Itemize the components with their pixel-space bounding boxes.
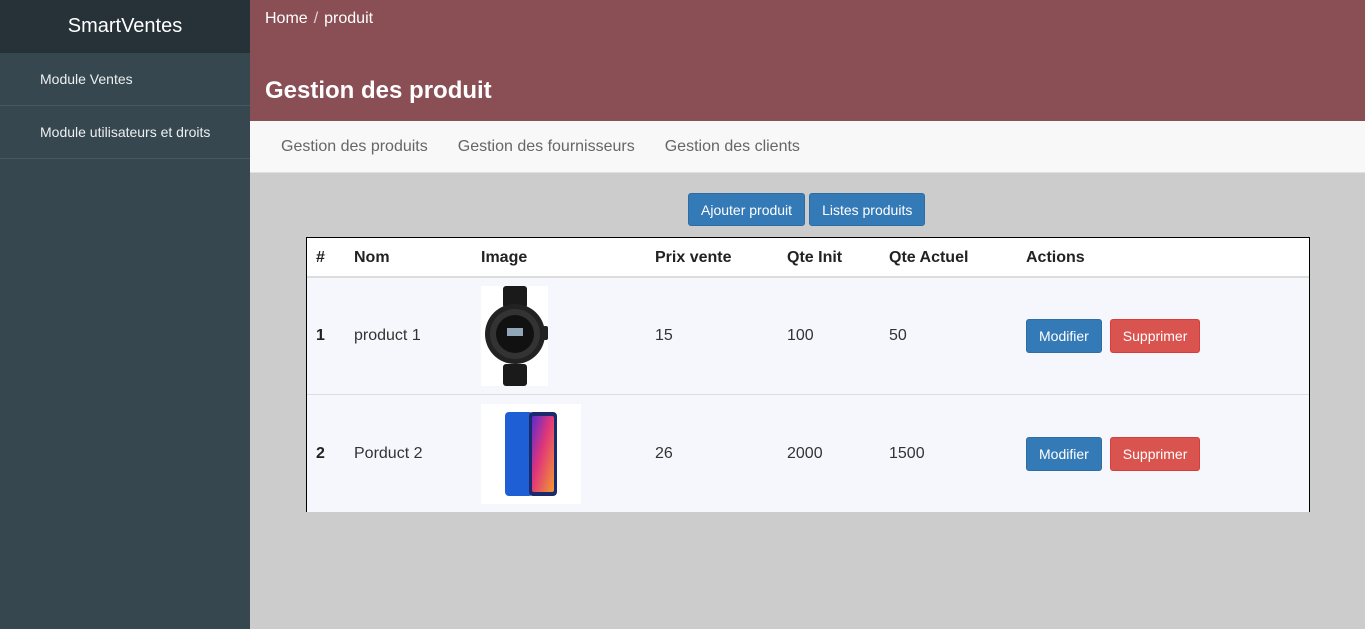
row-qte-actuel: 1500 bbox=[889, 444, 925, 462]
row-nom: Porduct 2 bbox=[354, 444, 423, 462]
row-qte-init: 100 bbox=[787, 327, 814, 344]
brand-title[interactable]: SmartVentes bbox=[0, 0, 250, 53]
row-id: 2 bbox=[316, 444, 325, 462]
table-header: # Nom Image Prix vente Qte Init Qte Actu… bbox=[307, 238, 1309, 278]
page-title: Gestion des produit bbox=[265, 77, 492, 104]
column-header-actions: Actions bbox=[1026, 249, 1085, 266]
breadcrumb-current: produit bbox=[324, 10, 374, 27]
row-qte-actuel: 50 bbox=[889, 327, 907, 344]
sidebar-item-label: Module utilisateurs et droits bbox=[40, 124, 211, 140]
modify-button[interactable]: Modifier bbox=[1026, 319, 1102, 353]
column-header-image: Image bbox=[481, 249, 528, 266]
row-nom: product 1 bbox=[354, 327, 421, 344]
row-id: 1 bbox=[316, 327, 325, 344]
phone-icon bbox=[505, 411, 557, 496]
tab-bar: Gestion des produits Gestion des fournis… bbox=[250, 121, 1365, 173]
breadcrumb: Home / produit bbox=[265, 10, 373, 28]
page-header: Home / produit Gestion des produit bbox=[250, 0, 1365, 121]
sidebar-item-label: Module Ventes bbox=[40, 71, 133, 87]
column-header-prix: Prix vente bbox=[655, 249, 732, 266]
add-product-button[interactable]: Ajouter produit bbox=[688, 193, 806, 226]
row-qte-init: 2000 bbox=[787, 444, 823, 462]
sidebar-item-utilisateurs[interactable]: Module utilisateurs et droits bbox=[0, 106, 250, 159]
sidebar: SmartVentes Module Ventes Module utilisa… bbox=[0, 0, 250, 629]
table-row: 1 product 1 15 100 50 Modifier Supprimer bbox=[307, 278, 1309, 395]
column-header-qte-init: Qte Init bbox=[787, 249, 843, 266]
sidebar-item-ventes[interactable]: Module Ventes bbox=[0, 53, 250, 106]
row-prix: 15 bbox=[655, 327, 673, 344]
tab-produits[interactable]: Gestion des produits bbox=[281, 138, 428, 156]
row-prix: 26 bbox=[655, 444, 673, 462]
row-actions: Modifier Supprimer bbox=[1026, 319, 1201, 353]
products-table: # Nom Image Prix vente Qte Init Qte Actu… bbox=[306, 237, 1310, 512]
delete-button[interactable]: Supprimer bbox=[1109, 436, 1201, 471]
column-header-nom: Nom bbox=[354, 249, 390, 266]
table-row: 2 Porduct 2 26 2000 1500 Modifier Suppri… bbox=[307, 395, 1309, 512]
tab-fournisseurs[interactable]: Gestion des fournisseurs bbox=[458, 138, 635, 156]
product-toolbar: Ajouter produit Listes produits bbox=[688, 193, 926, 226]
tab-clients[interactable]: Gestion des clients bbox=[665, 138, 800, 156]
modify-button[interactable]: Modifier bbox=[1026, 436, 1102, 471]
delete-button[interactable]: Supprimer bbox=[1109, 319, 1201, 353]
breadcrumb-home[interactable]: Home bbox=[265, 10, 308, 28]
watch-icon bbox=[485, 286, 548, 386]
smartphone-image bbox=[481, 403, 581, 504]
smartwatch-image bbox=[481, 286, 548, 386]
column-header-qte-actuel: Qte Actuel bbox=[889, 249, 969, 266]
row-actions: Modifier Supprimer bbox=[1026, 436, 1201, 471]
list-products-button[interactable]: Listes produits bbox=[809, 193, 926, 226]
column-header-id: # bbox=[316, 249, 325, 266]
breadcrumb-separator: / bbox=[313, 10, 319, 27]
